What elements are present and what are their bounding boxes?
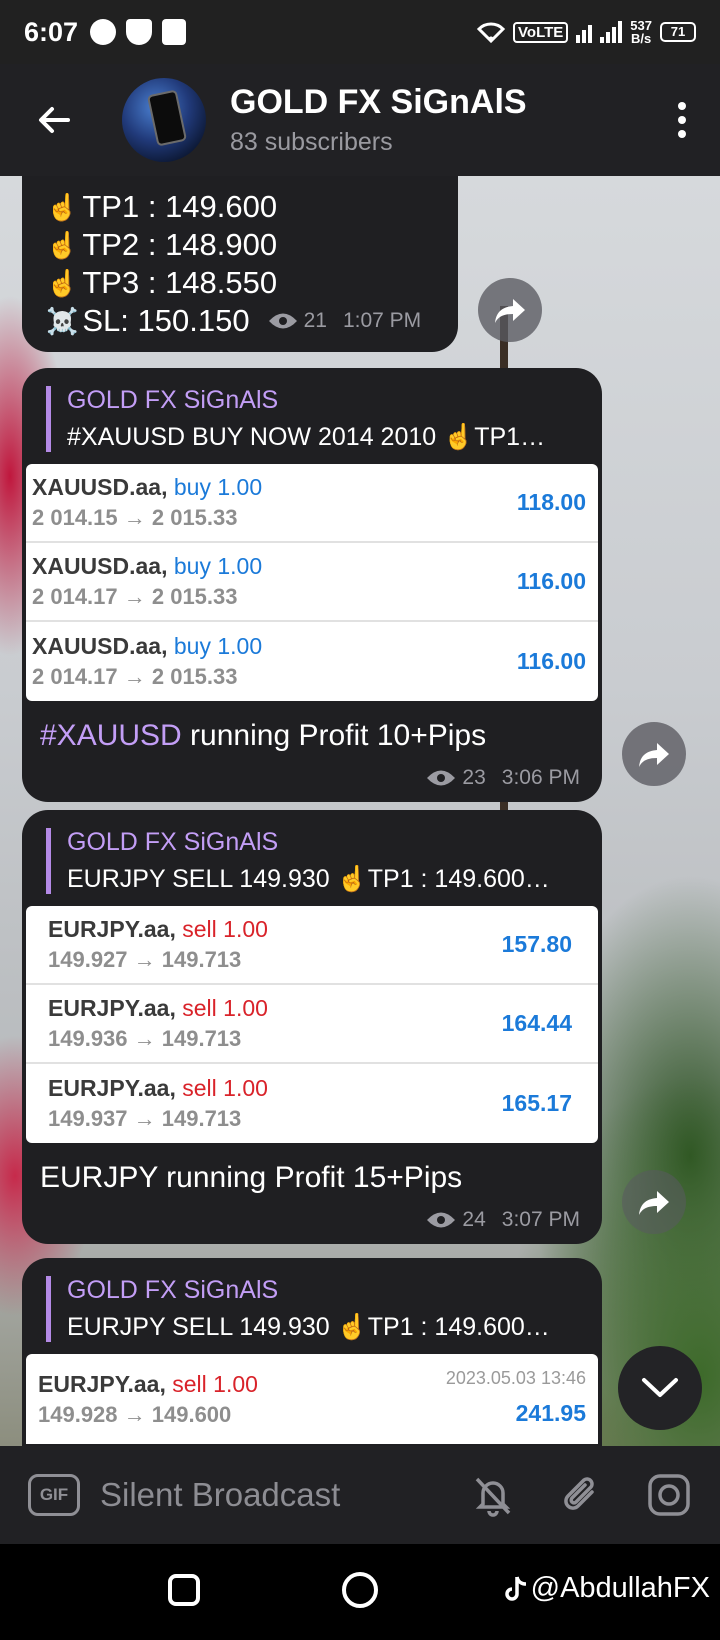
forward-button[interactable] bbox=[478, 278, 542, 342]
forward-button[interactable] bbox=[622, 722, 686, 786]
clock: 6:07 bbox=[24, 16, 79, 47]
message-input[interactable]: Silent Broadcast bbox=[100, 1476, 340, 1514]
channel-header: GOLD FX SiGnAlS 83 subscribers bbox=[0, 64, 720, 176]
camera-icon[interactable] bbox=[646, 1472, 692, 1518]
net-speed: 537 B/s bbox=[630, 18, 652, 46]
forward-icon bbox=[495, 299, 525, 323]
reply-preview[interactable]: GOLD FX SiGnAlS #XAUUSD BUY NOW 2014 201… bbox=[46, 386, 602, 452]
message-line: ☝️ TP1 : 149.600 bbox=[46, 189, 278, 224]
views-icon bbox=[268, 313, 297, 329]
trade-row: XAUUSD.aa, buy 1.00 2 014.17 → 2 015.33 1… bbox=[32, 633, 586, 689]
forward-icon bbox=[639, 1191, 669, 1215]
messenger-icon bbox=[90, 19, 117, 45]
bell-off-icon[interactable] bbox=[470, 1472, 516, 1518]
forward-icon bbox=[639, 743, 669, 767]
message-meta: 21 1:07 PM bbox=[268, 302, 421, 340]
reply-text: #XAUUSD BUY NOW 2014 2010 ☝️TP1… bbox=[67, 423, 546, 451]
views-icon bbox=[427, 770, 456, 786]
trade-row: EURJPY.aa, sell 1.00 149.936 → 149.713 16… bbox=[26, 985, 598, 1064]
chevron-down-icon bbox=[642, 1378, 678, 1397]
subscriber-count: 83 subscribers bbox=[230, 128, 393, 156]
message-line: ☝️ TP2 : 148.900 bbox=[46, 227, 278, 262]
reply-author: GOLD FX SiGnAlS bbox=[67, 386, 279, 414]
message-meta: 24 3:07 PM bbox=[426, 1208, 580, 1232]
wifi-icon bbox=[477, 22, 506, 43]
status-bar: 6:07 VoLTE 537 B/s 71 bbox=[0, 0, 720, 64]
gif-button[interactable]: GIF bbox=[28, 1474, 80, 1516]
reply-text: EURJPY SELL 149.930 ☝️TP1 : 149.600… bbox=[67, 1313, 550, 1341]
message-caption: #XAUUSD running Profit 10+Pips bbox=[40, 719, 487, 752]
reply-text: EURJPY SELL 149.930 ☝️TP1 : 149.600… bbox=[67, 865, 550, 893]
scroll-to-bottom-button[interactable] bbox=[618, 1346, 702, 1430]
back-arrow-icon[interactable] bbox=[34, 100, 74, 140]
trade-screenshot[interactable]: EURJPY.aa, sell 1.00 149.928 → 149.600 20… bbox=[26, 1354, 598, 1444]
home-button[interactable] bbox=[342, 1572, 378, 1608]
reply-preview[interactable]: GOLD FX SiGnAlS EURJPY SELL 149.930 ☝️TP… bbox=[46, 1276, 602, 1342]
message-bubble-1[interactable]: ☝️ TP1 : 149.600 ☝️ TP2 : 148.900 ☝️ TP3 : … bbox=[22, 176, 458, 352]
message-line: ☝️ TP3 : 148.550 bbox=[46, 265, 278, 300]
message-caption: EURJPY running Profit 15+Pips bbox=[40, 1161, 463, 1194]
trade-row: XAUUSD.aa, buy 1.00 2 014.15 → 2 015.33 1… bbox=[26, 464, 598, 543]
recents-button[interactable] bbox=[168, 1574, 200, 1606]
reply-author: GOLD FX SiGnAlS bbox=[67, 1276, 279, 1304]
message-bubble-2[interactable]: GOLD FX SiGnAlS #XAUUSD BUY NOW 2014 201… bbox=[22, 368, 602, 802]
reply-preview[interactable]: GOLD FX SiGnAlS EURJPY SELL 149.930 ☝️TP… bbox=[46, 828, 602, 894]
signal-icon-2 bbox=[600, 21, 623, 43]
battery-icon: 71 bbox=[660, 22, 696, 42]
channel-info[interactable]: GOLD FX SiGnAlS 83 subscribers bbox=[230, 83, 527, 157]
trade-screenshot[interactable]: XAUUSD.aa, buy 1.00 2 014.15 → 2 015.33 1… bbox=[26, 464, 598, 701]
trade-row: EURJPY.aa, sell 1.00 149.927 → 149.713 15… bbox=[26, 906, 598, 985]
channel-avatar[interactable] bbox=[122, 78, 206, 162]
shield-icon bbox=[126, 19, 153, 45]
forward-button[interactable] bbox=[622, 1170, 686, 1234]
volte-indicator: VoLTE bbox=[513, 21, 569, 43]
trade-screenshot[interactable]: EURJPY.aa, sell 1.00 149.927 → 149.713 15… bbox=[26, 906, 598, 1143]
app-notification-icon bbox=[162, 19, 187, 45]
attach-icon[interactable] bbox=[558, 1472, 604, 1518]
hashtag-link[interactable]: #XAUUSD bbox=[40, 719, 182, 752]
trade-row: EURJPY.aa, sell 1.00 149.937 → 149.713 16… bbox=[48, 1075, 572, 1131]
views-icon bbox=[427, 1212, 456, 1228]
input-bar: GIF Silent Broadcast bbox=[0, 1446, 720, 1544]
tiktok-icon bbox=[504, 1576, 526, 1601]
message-line: ☠️ SL: 150.150 21 1:07 PM bbox=[46, 302, 422, 340]
trade-date: 2023.05.03 13:46 bbox=[445, 1368, 586, 1388]
watermark: @AbdullahFX bbox=[503, 1572, 710, 1605]
trade-row: EURJPY.aa, sell 1.00 149.928 → 149.600 20… bbox=[38, 1368, 586, 1427]
channel-title: GOLD FX SiGnAlS bbox=[230, 83, 527, 121]
more-options-icon[interactable] bbox=[678, 102, 686, 138]
message-bubble-3[interactable]: GOLD FX SiGnAlS EURJPY SELL 149.930 ☝️TP… bbox=[22, 810, 602, 1244]
system-nav-bar: @AbdullahFX bbox=[0, 1544, 720, 1640]
reply-author: GOLD FX SiGnAlS bbox=[67, 828, 279, 856]
trade-row: XAUUSD.aa, buy 1.00 2 014.17 → 2 015.33 1… bbox=[26, 543, 598, 622]
signal-icon bbox=[576, 21, 593, 43]
message-meta: 23 3:06 PM bbox=[426, 766, 580, 790]
